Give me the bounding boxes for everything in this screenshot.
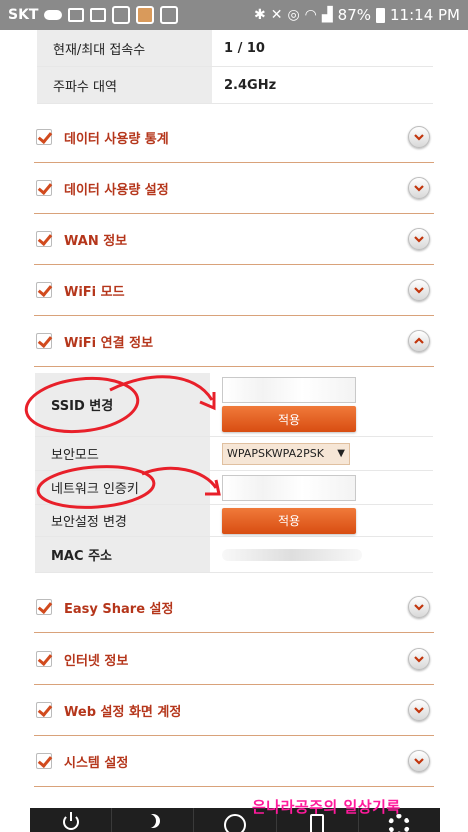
security-apply-button[interactable]: 적용 (222, 507, 356, 534)
section-system-settings[interactable]: 시스템 설정 (34, 736, 434, 787)
section-title: Easy Share 설정 (64, 601, 174, 617)
mac-value (222, 548, 362, 561)
checkbox-icon (36, 231, 52, 247)
section-wifi-connection-info[interactable]: WiFi 연결 정보 (34, 316, 434, 367)
security-mode-label: 보안모드 (35, 437, 210, 470)
section-title: 시스템 설정 (64, 755, 129, 771)
section-easy-share[interactable]: Easy Share 설정 (34, 582, 434, 633)
network-key-label: 네트워크 인증키 (35, 471, 210, 504)
security-mode-value: WPAPSKWPA2PSK (227, 447, 324, 460)
chevron-down-icon[interactable] (408, 126, 430, 148)
network-key-input[interactable] (222, 474, 356, 501)
image-icon (68, 8, 85, 22)
section-internet-info[interactable]: 인터넷 정보 (34, 634, 434, 685)
bluetooth-icon: ✱ (253, 7, 266, 23)
chevron-down-icon[interactable] (408, 279, 430, 301)
section-title: 데이터 사용량 설정 (64, 182, 169, 198)
checkbox-icon (36, 753, 52, 769)
section-title: WiFi 연결 정보 (64, 335, 154, 351)
section-title: WAN 정보 (64, 233, 128, 249)
section-data-usage-settings[interactable]: 데이터 사용량 설정 (34, 163, 434, 214)
signal-icon: ▟ (321, 7, 333, 23)
cloud-icon (44, 10, 63, 20)
sleep-button[interactable] (112, 808, 195, 832)
section-data-usage-stats[interactable]: 데이터 사용량 통계 (34, 112, 434, 163)
table-row: 현재/최대 접속수 1 / 10 (37, 30, 433, 67)
power-button[interactable] (30, 808, 113, 832)
network-key-row: 네트워크 인증키 (35, 471, 433, 505)
chevron-down-icon[interactable] (408, 699, 430, 721)
moon-icon (142, 814, 156, 828)
security-mode-select[interactable]: WPAPSKWPA2PSK ▼ (222, 442, 350, 465)
section-title: 데이터 사용량 통계 (64, 131, 169, 147)
wifi-icon: ◠ (304, 7, 317, 23)
dropdown-arrow-icon: ▼ (337, 448, 345, 459)
watermark-text: 은나라공주의 일상기록 (252, 798, 401, 816)
section-wifi-mode[interactable]: WiFi 모드 (34, 265, 434, 316)
chevron-down-icon[interactable] (408, 596, 430, 618)
row-label: 현재/최대 접속수 (37, 30, 212, 66)
checkbox-icon (36, 129, 52, 145)
checkbox-icon (36, 282, 52, 298)
security-change-label: 보안설정 변경 (35, 505, 210, 536)
security-change-row: 보안설정 변경 적용 (35, 505, 433, 537)
row-label: 주파수 대역 (37, 67, 212, 103)
ssid-input[interactable] (222, 377, 356, 403)
mac-label: MAC 주소 (35, 537, 210, 572)
connection-info-table: 현재/최대 접속수 1 / 10 주파수 대역 2.4GHz (37, 30, 433, 104)
row-value: 2.4GHz (224, 77, 277, 93)
section-wan-info[interactable]: WAN 정보 (34, 214, 434, 265)
mac-row: MAC 주소 (35, 537, 433, 573)
section-web-account[interactable]: Web 설정 화면 계정 (34, 685, 434, 736)
app-icon (136, 6, 155, 24)
chevron-up-icon[interactable] (408, 330, 430, 352)
clock-icon (224, 814, 246, 832)
power-icon (62, 812, 79, 830)
battery-icon (376, 7, 386, 23)
row-value: 1 / 10 (224, 40, 265, 56)
status-bar: SKT ✱ ✕ ◎ ◠ ▟ 87% 11:14 PM (0, 0, 468, 30)
security-mode-row: 보안모드 WPAPSKWPA2PSK ▼ (35, 437, 433, 471)
checkbox-icon (36, 702, 52, 718)
ssid-apply-button[interactable]: 적용 (222, 406, 356, 432)
table-row: 주파수 대역 2.4GHz (37, 67, 433, 104)
mute-icon: ✕ (270, 7, 283, 23)
alarm-icon: ◎ (287, 7, 300, 23)
section-title: 인터넷 정보 (64, 653, 129, 669)
carrier-label: SKT (8, 7, 39, 23)
chevron-down-icon[interactable] (408, 648, 430, 670)
chevron-down-icon[interactable] (408, 228, 430, 250)
photo-icon (112, 6, 131, 24)
image-icon (90, 8, 107, 22)
checkbox-icon (36, 180, 52, 196)
chevron-down-icon[interactable] (408, 750, 430, 772)
ssid-row: SSID 변경 적용 (35, 373, 433, 437)
section-title: Web 설정 화면 계정 (64, 704, 182, 720)
clock: 11:14 PM (390, 6, 460, 24)
ssid-label: SSID 변경 (35, 373, 210, 436)
checkbox-icon (36, 651, 52, 667)
battery-percent: 87% (337, 6, 372, 24)
checkbox-icon (36, 333, 52, 349)
section-title: WiFi 모드 (64, 284, 125, 300)
photo-icon (160, 6, 179, 24)
chevron-down-icon[interactable] (408, 177, 430, 199)
checkbox-icon (36, 599, 52, 615)
wifi-connection-details: SSID 변경 적용 보안모드 WPAPSKWPA2PSK ▼ 네트워크 인증키… (35, 373, 433, 573)
